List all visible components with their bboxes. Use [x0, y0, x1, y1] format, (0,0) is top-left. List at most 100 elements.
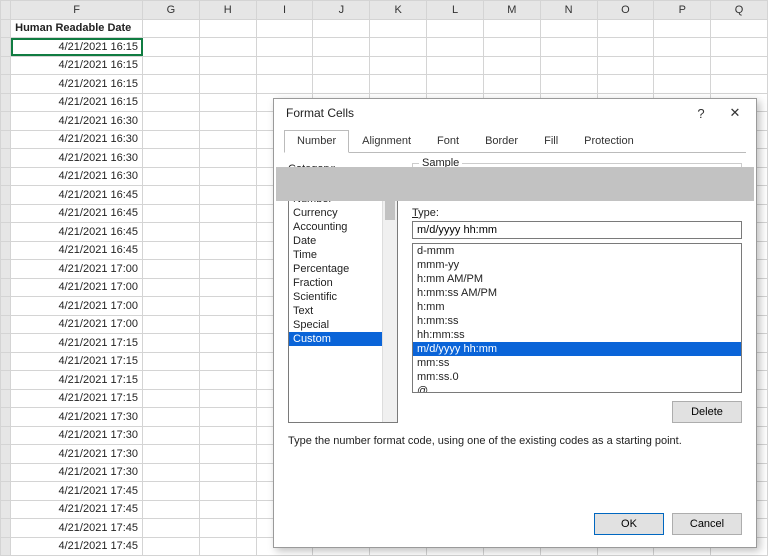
- tab-border[interactable]: Border: [472, 130, 531, 153]
- cell[interactable]: [256, 75, 313, 94]
- data-cell[interactable]: 4/21/2021 17:15: [11, 389, 143, 408]
- cell[interactable]: [143, 56, 200, 75]
- data-cell[interactable]: 4/21/2021 17:30: [11, 463, 143, 482]
- cell[interactable]: [199, 500, 256, 519]
- cell[interactable]: [143, 149, 200, 168]
- data-cell[interactable]: 4/21/2021 16:30: [11, 167, 143, 186]
- data-cell[interactable]: 4/21/2021 17:45: [11, 519, 143, 538]
- data-cell[interactable]: 4/21/2021 17:15: [11, 371, 143, 390]
- cell[interactable]: [370, 75, 427, 94]
- cell[interactable]: [711, 75, 768, 94]
- cell[interactable]: [143, 463, 200, 482]
- type-item[interactable]: @: [413, 384, 741, 392]
- cell[interactable]: [654, 56, 711, 75]
- cell[interactable]: [143, 75, 200, 94]
- cell[interactable]: [143, 112, 200, 131]
- data-cell[interactable]: 4/21/2021 17:30: [11, 408, 143, 427]
- cell[interactable]: [199, 482, 256, 501]
- cell[interactable]: [143, 130, 200, 149]
- cell[interactable]: [143, 93, 200, 112]
- data-cell[interactable]: 4/21/2021 17:30: [11, 426, 143, 445]
- cell[interactable]: [370, 38, 427, 57]
- data-cell[interactable]: 4/21/2021 17:45: [11, 500, 143, 519]
- cell[interactable]: [597, 19, 654, 38]
- tab-number[interactable]: Number: [284, 130, 349, 153]
- cell[interactable]: [256, 38, 313, 57]
- category-listbox[interactable]: GeneralNumberCurrencyAccountingDateTimeP…: [288, 177, 398, 423]
- data-cell[interactable]: 4/21/2021 16:45: [11, 223, 143, 242]
- category-item[interactable]: Percentage: [289, 262, 382, 276]
- cell[interactable]: [143, 38, 200, 57]
- cell[interactable]: [199, 56, 256, 75]
- type-item[interactable]: m/d/yyyy hh:mm: [413, 342, 741, 356]
- type-item[interactable]: hh:mm:ss: [413, 328, 741, 342]
- column-header-K[interactable]: K: [370, 1, 427, 20]
- cell[interactable]: [711, 19, 768, 38]
- cell[interactable]: [199, 334, 256, 353]
- cell[interactable]: [199, 112, 256, 131]
- cell[interactable]: [597, 56, 654, 75]
- cell[interactable]: [143, 186, 200, 205]
- data-cell[interactable]: 4/21/2021 17:45: [11, 537, 143, 556]
- type-item[interactable]: mm:ss: [413, 356, 741, 370]
- category-item[interactable]: Date: [289, 234, 382, 248]
- ok-button[interactable]: OK: [594, 513, 664, 535]
- cell[interactable]: [199, 130, 256, 149]
- delete-button[interactable]: Delete: [672, 401, 742, 423]
- cell[interactable]: [199, 260, 256, 279]
- column-header-P[interactable]: P: [654, 1, 711, 20]
- cell[interactable]: [199, 186, 256, 205]
- category-item[interactable]: Scientific: [289, 290, 382, 304]
- data-cell[interactable]: 4/21/2021 17:15: [11, 334, 143, 353]
- category-item[interactable]: Special: [289, 318, 382, 332]
- cell[interactable]: [313, 38, 370, 57]
- cell[interactable]: [143, 408, 200, 427]
- cell[interactable]: [199, 38, 256, 57]
- data-cell[interactable]: 4/21/2021 17:30: [11, 445, 143, 464]
- cell[interactable]: [370, 56, 427, 75]
- cell[interactable]: [199, 204, 256, 223]
- cell[interactable]: [597, 75, 654, 94]
- cell[interactable]: [540, 19, 597, 38]
- cell[interactable]: [143, 204, 200, 223]
- cell[interactable]: [199, 408, 256, 427]
- column-header-N[interactable]: N: [540, 1, 597, 20]
- cell[interactable]: [143, 519, 200, 538]
- cell[interactable]: [199, 426, 256, 445]
- cell[interactable]: [199, 93, 256, 112]
- cell[interactable]: [143, 223, 200, 242]
- cell[interactable]: [711, 56, 768, 75]
- cell[interactable]: [313, 19, 370, 38]
- cell[interactable]: [711, 38, 768, 57]
- cell[interactable]: [654, 19, 711, 38]
- cell[interactable]: [370, 19, 427, 38]
- cell[interactable]: [597, 38, 654, 57]
- data-cell[interactable]: 4/21/2021 17:15: [11, 352, 143, 371]
- category-item[interactable]: Text: [289, 304, 382, 318]
- cell[interactable]: [427, 19, 484, 38]
- column-header-Q[interactable]: Q: [711, 1, 768, 20]
- type-item[interactable]: mm:ss.0: [413, 370, 741, 384]
- cell[interactable]: [199, 371, 256, 390]
- data-cell[interactable]: 4/21/2021 16:30: [11, 112, 143, 131]
- close-button[interactable]: ✕: [718, 102, 752, 124]
- cell[interactable]: [199, 389, 256, 408]
- column-header-I[interactable]: I: [256, 1, 313, 20]
- cell[interactable]: [199, 149, 256, 168]
- data-cell[interactable]: 4/21/2021 17:00: [11, 315, 143, 334]
- cell[interactable]: [199, 297, 256, 316]
- data-cell[interactable]: 4/21/2021 16:15: [11, 56, 143, 75]
- header-cell[interactable]: Human Readable Date: [11, 19, 143, 38]
- cell[interactable]: [654, 38, 711, 57]
- data-cell[interactable]: 4/21/2021 16:45: [11, 204, 143, 223]
- cell[interactable]: [483, 19, 540, 38]
- cell[interactable]: [143, 426, 200, 445]
- cell[interactable]: [654, 75, 711, 94]
- cell[interactable]: [199, 278, 256, 297]
- cell[interactable]: [143, 260, 200, 279]
- data-cell[interactable]: 4/21/2021 17:00: [11, 278, 143, 297]
- data-cell[interactable]: 4/21/2021 16:15: [11, 75, 143, 94]
- tab-alignment[interactable]: Alignment: [349, 130, 424, 153]
- data-cell[interactable]: 4/21/2021 16:30: [11, 130, 143, 149]
- cell[interactable]: [427, 75, 484, 94]
